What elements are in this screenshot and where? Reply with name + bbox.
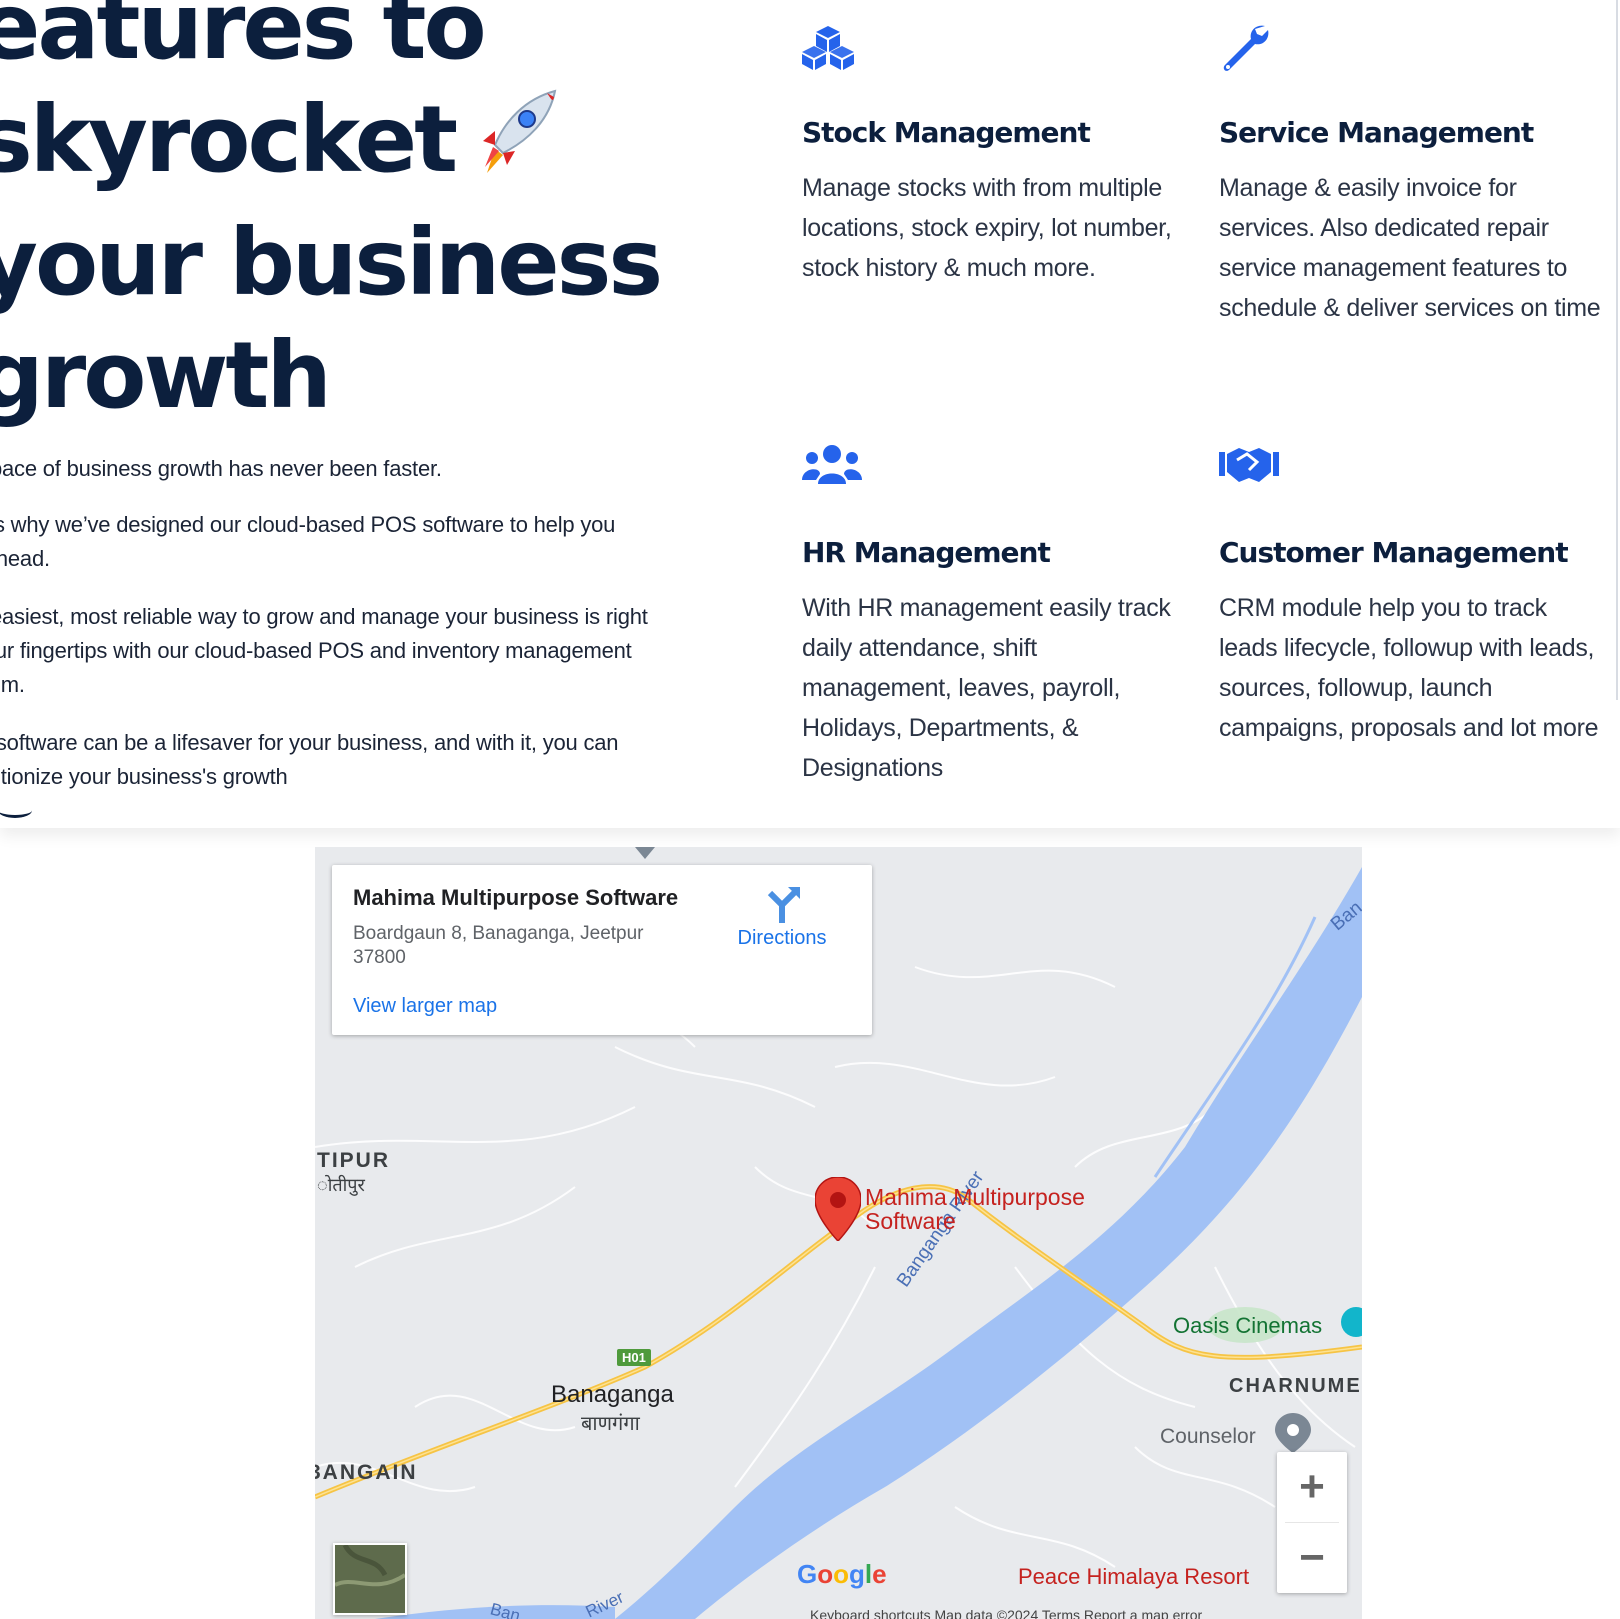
google-logo-letter: o: [817, 1559, 834, 1589]
hero-paragraph-2: at's why we’ve designed our cloud-based …: [0, 512, 616, 571]
map-label-oasis-cinemas[interactable]: Oasis Cinemas: [1173, 1313, 1322, 1339]
pin-label-line-2: Software: [865, 1208, 956, 1234]
google-logo-letter: G: [797, 1559, 818, 1589]
directions-icon: [767, 887, 800, 923]
users-icon: [802, 444, 862, 494]
features-section: eatures to skyrocket your business growt…: [0, 0, 1620, 828]
feature-description: Manage & easily invoice for services. Al…: [1219, 174, 1601, 322]
feature-title: HR Management: [802, 536, 1051, 569]
plus-icon: +: [1299, 1462, 1325, 1511]
map-label-banaganga: Banaganga: [551, 1381, 674, 1408]
hero-title-line-4: growth: [0, 322, 332, 430]
feature-description: Manage stocks with from multiple locatio…: [802, 174, 1172, 282]
map-label-charnume: CHARNUME: [1229, 1375, 1362, 1397]
place-name: Mahima Multipurpose Software: [353, 885, 679, 910]
feature-title: Customer Management: [1219, 536, 1569, 569]
hero-title-line-1: eatures to: [0, 0, 487, 80]
pin-label[interactable]: Mahima Multipurpose Software: [865, 1185, 1085, 1233]
directions-button[interactable]: Directions: [727, 885, 837, 950]
google-logo-letter: g: [849, 1559, 865, 1589]
place-address: Boardgaun 8, Banaganga, Jeetpur 37800: [353, 923, 644, 968]
zoom-out-button[interactable]: −: [1277, 1523, 1347, 1593]
google-logo: Google: [797, 1559, 887, 1590]
google-map-embed[interactable]: Mahima Multipurpose Software Boardgaun 8…: [315, 847, 1362, 1619]
feature-hr-management: HR Management With HR management easily …: [802, 444, 1182, 782]
feature-title: Stock Management: [802, 116, 1091, 149]
map-attribution[interactable]: Keyboard shortcuts Map data ©2024 Terms …: [810, 1607, 1202, 1619]
map-label-counselor[interactable]: Counselor: [1160, 1425, 1256, 1449]
google-logo-letter: o: [833, 1559, 850, 1589]
map-label-banaganga-devanagari: बाणगंगा: [581, 1413, 640, 1435]
map-label-peace-himalaya[interactable]: Peace Himalaya Resort: [1018, 1564, 1249, 1590]
google-logo-letter: e: [872, 1559, 887, 1589]
zoom-in-button[interactable]: +: [1277, 1452, 1347, 1522]
feature-stock-management: Stock Management Manage stocks with from…: [802, 24, 1182, 282]
feature-description: CRM module help you to track leads lifec…: [1219, 594, 1599, 742]
satellite-toggle[interactable]: [333, 1543, 407, 1615]
decorative-arc: [0, 803, 32, 818]
hero-paragraph-1: e pace of business growth has never been…: [0, 456, 442, 481]
hero-paragraph-3: e easiest, most reliable way to grow and…: [0, 604, 648, 697]
map-label-tipur-devanagari: ोतीपुर: [317, 1175, 365, 1195]
map-label-bangain: 3ANGAIN: [315, 1461, 418, 1484]
hero-paragraph-4: ht software can be a lifesaver for your …: [0, 730, 619, 789]
zoom-controls: + −: [1277, 1452, 1347, 1593]
feature-customer-management: Customer Management CRM module help you …: [1219, 444, 1599, 742]
map-label-tipur: TIPUR: [317, 1149, 390, 1172]
satellite-thumbnail-icon: [334, 1543, 407, 1613]
rocket-icon: [465, 85, 561, 206]
hero-title: eatures to skyrocket your business growt…: [0, 0, 738, 432]
place-info-card: Mahima Multipurpose Software Boardgaun 8…: [332, 865, 872, 1035]
feature-title: Service Management: [1219, 116, 1534, 149]
view-larger-map-link[interactable]: View larger map: [353, 995, 497, 1018]
handshake-icon: [1219, 444, 1279, 494]
cubes-icon: [802, 24, 862, 74]
wrench-icon: [1219, 24, 1279, 74]
location-pin-icon[interactable]: [814, 1176, 862, 1246]
feature-service-management: Service Management Manage & easily invoi…: [1219, 24, 1601, 322]
hero-title-line-2: skyrocket: [0, 86, 458, 193]
hero-title-line-3: your business: [0, 209, 663, 317]
minus-icon: −: [1299, 1533, 1325, 1582]
directions-label: Directions: [737, 927, 827, 949]
highway-shield-h01: H01: [617, 1349, 651, 1366]
page-scrollbar-track[interactable]: [1616, 0, 1618, 700]
feature-description: With HR management easily track daily at…: [802, 594, 1171, 782]
pin-label-line-1: Mahima Multipurpose: [865, 1184, 1085, 1210]
